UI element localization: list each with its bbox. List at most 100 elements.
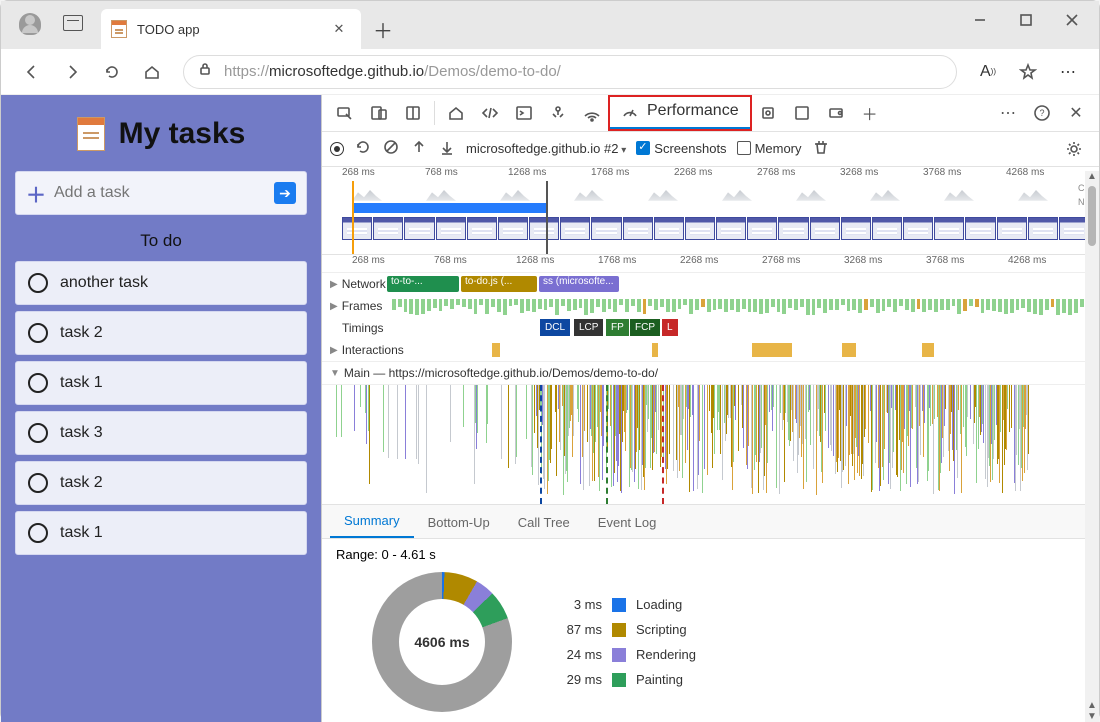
network-tab-icon[interactable] bbox=[575, 96, 609, 130]
application-tab-icon[interactable] bbox=[785, 96, 819, 130]
task-checkbox[interactable] bbox=[28, 473, 48, 493]
task-item[interactable]: task 1 bbox=[15, 511, 307, 555]
browser-navbar: https://microsoftedge.github.io/Demos/de… bbox=[1, 49, 1099, 95]
task-list: another task task 2 task 1 task 3 task 2 task… bbox=[9, 261, 313, 555]
media-tab-icon[interactable] bbox=[819, 96, 853, 130]
legend-row: 24 msRendering bbox=[552, 647, 696, 662]
task-item[interactable]: task 2 bbox=[15, 461, 307, 505]
task-label: task 1 bbox=[60, 374, 103, 392]
browser-tab[interactable]: TODO app ✕ bbox=[101, 9, 361, 49]
url-text: https://microsoftedge.github.io/Demos/de… bbox=[224, 63, 561, 80]
refresh-button[interactable] bbox=[93, 53, 131, 91]
target-dropdown[interactable]: microsoftedge.github.io #2 bbox=[466, 141, 626, 156]
task-checkbox[interactable] bbox=[28, 273, 48, 293]
submit-task-button[interactable]: ➔ bbox=[274, 182, 296, 204]
task-label: task 2 bbox=[60, 474, 103, 492]
task-checkbox[interactable] bbox=[28, 423, 48, 443]
interactions-track[interactable]: ▶Interactions bbox=[322, 339, 1099, 361]
legend-row: 29 msPainting bbox=[552, 672, 696, 687]
welcome-tab-icon[interactable] bbox=[439, 96, 473, 130]
perf-settings-button[interactable] bbox=[1057, 132, 1091, 166]
task-item[interactable]: task 3 bbox=[15, 411, 307, 455]
address-bar[interactable]: https://microsoftedge.github.io/Demos/de… bbox=[183, 55, 957, 89]
window-minimize-button[interactable] bbox=[957, 1, 1003, 39]
memory-checkbox[interactable]: Memory bbox=[737, 141, 802, 156]
devtools-scrollbar[interactable]: ▲▲▼ bbox=[1085, 171, 1099, 722]
record-button[interactable] bbox=[330, 142, 344, 156]
main-flamechart[interactable] bbox=[322, 384, 1099, 504]
tab-close-button[interactable]: ✕ bbox=[327, 17, 351, 41]
performance-tab-label: Performance bbox=[647, 102, 739, 120]
profile-icon[interactable] bbox=[19, 13, 41, 35]
workspaces-icon[interactable] bbox=[63, 15, 83, 31]
sources-tab-icon[interactable] bbox=[541, 96, 575, 130]
screenshots-checkbox[interactable]: Screenshots bbox=[636, 141, 726, 156]
clear-button[interactable] bbox=[382, 138, 400, 159]
task-checkbox[interactable] bbox=[28, 373, 48, 393]
perf-toolbar: microsoftedge.github.io #2 Screenshots M… bbox=[322, 132, 1099, 167]
summary-body: 4606 ms 3 msLoading87 msScripting24 msRe… bbox=[322, 562, 1099, 722]
site-info-icon[interactable] bbox=[196, 60, 214, 83]
device-toggle-button[interactable] bbox=[362, 96, 396, 130]
load-profile-button[interactable] bbox=[410, 138, 428, 159]
timings-track[interactable]: Timings DCLLCPFPFCPL bbox=[322, 317, 1099, 339]
memory-tab-icon[interactable] bbox=[751, 96, 785, 130]
read-aloud-button[interactable]: A)) bbox=[969, 53, 1007, 91]
clipboard-icon bbox=[77, 117, 105, 151]
back-button[interactable] bbox=[13, 53, 51, 91]
elements-tab-icon[interactable] bbox=[473, 96, 507, 130]
task-checkbox[interactable] bbox=[28, 523, 48, 543]
console-tab-icon[interactable] bbox=[507, 96, 541, 130]
task-label: task 2 bbox=[60, 324, 103, 342]
close-devtools-button[interactable]: ✕ bbox=[1059, 96, 1093, 130]
new-tab-button[interactable]: ＋ bbox=[367, 13, 399, 45]
task-label: task 1 bbox=[60, 524, 103, 542]
app-title: My tasks bbox=[119, 117, 246, 151]
reload-record-button[interactable] bbox=[354, 138, 372, 159]
plus-icon: ＋ bbox=[26, 179, 46, 208]
add-panel-button[interactable]: ＋ bbox=[853, 96, 887, 130]
task-checkbox[interactable] bbox=[28, 323, 48, 343]
inspect-button[interactable] bbox=[328, 96, 362, 130]
legend-row: 3 msLoading bbox=[552, 597, 696, 612]
task-item[interactable]: another task bbox=[15, 261, 307, 305]
add-task-input[interactable] bbox=[54, 184, 274, 202]
dock-button[interactable] bbox=[396, 96, 430, 130]
range-text: Range: 0 - 4.61 s bbox=[322, 539, 1099, 562]
svg-text:?: ? bbox=[1039, 108, 1044, 118]
devtools-panel: Performance ＋ ⋯ ? ✕ microsoftedge.github… bbox=[321, 95, 1099, 722]
app-header: My tasks bbox=[9, 117, 313, 151]
window-close-button[interactable] bbox=[1049, 1, 1095, 39]
forward-button bbox=[53, 53, 91, 91]
legend-row: 87 msScripting bbox=[552, 622, 696, 637]
window-titlebar: TODO app ✕ ＋ bbox=[1, 1, 1099, 49]
more-button[interactable]: ⋯ bbox=[1049, 53, 1087, 91]
window-maximize-button[interactable] bbox=[1003, 1, 1049, 39]
tab-favicon-icon bbox=[111, 20, 127, 38]
perf-overview[interactable]: 268 ms768 ms1268 ms1768 ms2268 ms2768 ms… bbox=[322, 167, 1099, 255]
task-item[interactable]: task 1 bbox=[15, 361, 307, 405]
favorite-button[interactable] bbox=[1009, 53, 1047, 91]
add-task-form[interactable]: ＋ ➔ bbox=[15, 171, 307, 215]
frames-track[interactable]: ▶Frames bbox=[322, 295, 1099, 317]
summary-tabs: SummaryBottom-UpCall TreeEvent Log bbox=[322, 504, 1099, 539]
save-profile-button[interactable] bbox=[438, 138, 456, 159]
network-track[interactable]: ▶Network to-to-...to-do.js (...ss (micro… bbox=[322, 273, 1099, 295]
more-tools-button[interactable]: ⋯ bbox=[991, 96, 1025, 130]
summary-tab-event-log[interactable]: Event Log bbox=[584, 507, 671, 538]
help-button[interactable]: ? bbox=[1025, 96, 1059, 130]
performance-tab[interactable]: Performance bbox=[609, 96, 751, 130]
home-button[interactable] bbox=[133, 53, 171, 91]
task-label: task 3 bbox=[60, 424, 103, 442]
tab-title: TODO app bbox=[137, 22, 200, 37]
task-label: another task bbox=[60, 274, 148, 292]
perf-tracks[interactable]: 268 ms768 ms1268 ms1768 ms2268 ms2768 ms… bbox=[322, 255, 1099, 504]
summary-tab-bottom-up[interactable]: Bottom-Up bbox=[414, 507, 504, 538]
gc-button[interactable] bbox=[812, 138, 830, 159]
devtools-tabbar: Performance ＋ ⋯ ? ✕ bbox=[322, 95, 1099, 132]
task-item[interactable]: task 2 bbox=[15, 311, 307, 355]
section-heading: To do bbox=[9, 231, 313, 251]
summary-tab-call-tree[interactable]: Call Tree bbox=[504, 507, 584, 538]
summary-tab-summary[interactable]: Summary bbox=[330, 505, 414, 538]
main-track-header[interactable]: ▼Main — https://microsoftedge.github.io/… bbox=[322, 361, 1099, 384]
